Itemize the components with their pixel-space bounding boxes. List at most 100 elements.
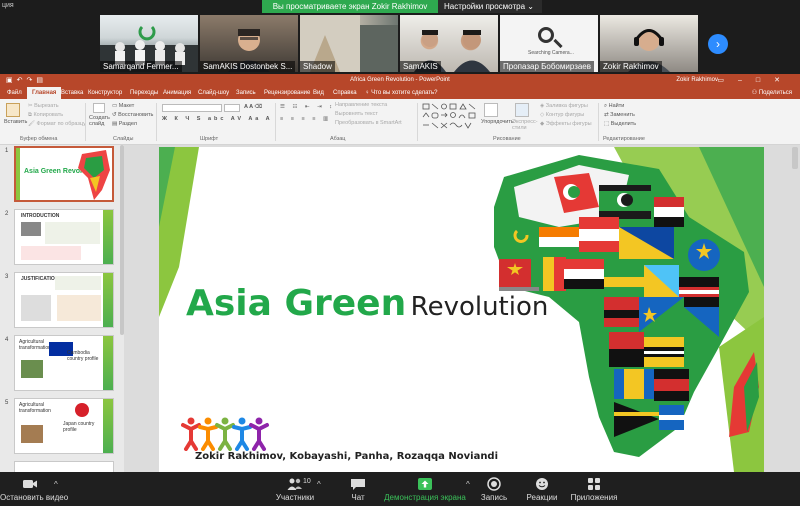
view-options-button[interactable]: Настройки просмотра ⌄: [438, 0, 542, 13]
text-direction-button[interactable]: Направление текста: [335, 102, 387, 108]
participant-tile[interactable]: Samarqand Fermer...: [100, 15, 198, 72]
view-options-label: Настройки просмотра: [444, 2, 526, 11]
person-icon: ⚇: [751, 90, 758, 96]
tab-insert[interactable]: Вставка: [61, 87, 83, 99]
share-options-caret[interactable]: ^: [466, 480, 470, 489]
record-label: Запись: [480, 493, 508, 502]
tab-animations[interactable]: Анимация: [163, 87, 191, 99]
tab-review[interactable]: Рецензирование: [264, 87, 310, 99]
tab-slideshow[interactable]: Слайд-шоу: [198, 87, 229, 99]
ribbon-divider: [275, 103, 276, 141]
participant-name: Zokir Rakhimov: [600, 61, 662, 72]
thumbnail-image: Agricultural transformation Japan countr…: [14, 398, 114, 454]
replace-button[interactable]: ⇄ Заменить: [604, 112, 635, 118]
shapes-gallery-icon[interactable]: [422, 103, 476, 131]
participants-label: Участники: [275, 493, 315, 502]
ribbon-divider: [417, 103, 418, 141]
participants-icon: [287, 478, 302, 490]
participant-tiles: Samarqand Fermer... SamAKIS Dostonbek S.…: [100, 15, 698, 72]
drawing-group-label: Рисование: [493, 136, 521, 142]
ribbon-divider: [85, 103, 86, 141]
apps-button[interactable]: Приложения: [566, 472, 622, 506]
share-screen-button[interactable]: Демонстрация экрана: [380, 472, 470, 506]
participant-tile[interactable]: Shadow: [300, 15, 398, 72]
paste-button[interactable]: Вставить: [4, 119, 27, 125]
reset-button[interactable]: ↺ Восстановить: [112, 112, 153, 118]
signed-in-user[interactable]: Zokir Rakhimov: [676, 74, 718, 87]
tab-view[interactable]: Вид: [313, 87, 324, 99]
thumbnail-subtitle: Japan country profile: [63, 421, 95, 433]
powerpoint-window: ▣↶↷▤ Africa Green Revolution - PowerPoin…: [0, 74, 800, 473]
list-buttons[interactable]: ☰ ☷ ⇤ ⇥ ↕: [280, 104, 335, 110]
new-slide-button[interactable]: Создать слайд: [89, 115, 113, 127]
participants-button[interactable]: Участники: [270, 472, 320, 506]
slide-scrollbar[interactable]: [792, 147, 798, 169]
tab-design[interactable]: Конструктор: [88, 87, 122, 99]
zoom-toolbar: Остановить видео ^ Участники 10 ^ Чат Де…: [0, 472, 800, 506]
tab-record[interactable]: Запись: [236, 87, 256, 99]
select-button[interactable]: ⬚ Выделить: [604, 121, 636, 127]
stop-video-button[interactable]: Остановить видео: [0, 472, 68, 506]
shape-fill-label: Заливка фигуры: [545, 103, 588, 109]
thumbnail-subtitle: Cambodia country profile: [67, 350, 99, 362]
participant-tile[interactable]: SamAKIS: [400, 15, 498, 72]
record-button[interactable]: Запись: [475, 472, 513, 506]
record-icon: [487, 477, 501, 491]
share-button[interactable]: ⚇ Поделиться: [752, 87, 792, 99]
slide-thumbnail[interactable]: 1 Asia Green Revolution: [0, 146, 118, 204]
shape-effects-button[interactable]: ◆ Эффекты фигуры: [540, 121, 592, 127]
layout-label: Макет: [118, 103, 135, 109]
tab-home[interactable]: Главная: [27, 87, 62, 99]
format-painter-button[interactable]: 🖌 Формат по образцу: [28, 121, 86, 127]
slide-thumbnail[interactable]: 4 Agricultural transformation Cambodia c…: [0, 335, 118, 393]
title-green-text: Asia Green: [186, 283, 407, 324]
quick-styles-button[interactable]: Экспресс-стили: [512, 119, 542, 131]
participant-name: Shadow: [300, 61, 335, 72]
chevron-down-icon: ⌄: [527, 2, 534, 11]
window-controls[interactable]: ▭–□✕: [717, 74, 794, 87]
shape-fill-button[interactable]: ◈ Заливка фигуры: [540, 103, 588, 109]
font-size-buttons[interactable]: A A ⌫: [244, 104, 262, 110]
slide-number: 3: [5, 274, 9, 280]
slide-number: 1: [5, 148, 9, 154]
cut-button[interactable]: ✂ Вырезать: [28, 103, 59, 109]
thumbnail-image: Agricultural transformation Cambodia cou…: [14, 335, 114, 391]
thumbnail-text-block: [21, 246, 81, 260]
tab-transitions[interactable]: Переходы: [130, 87, 158, 99]
copy-button[interactable]: ⧉ Копировать: [28, 112, 63, 119]
tell-me-label: Что вы хотите сделать?: [371, 90, 438, 96]
shape-outline-button[interactable]: ◇ Контур фигуры: [540, 112, 584, 118]
thumbnail-title: JUSTIFICATION: [21, 276, 59, 282]
next-page-button[interactable]: ›: [708, 34, 728, 54]
participant-tile[interactable]: Zokir Rakhimov: [600, 15, 698, 72]
tab-file[interactable]: Файл: [7, 87, 22, 99]
video-options-caret[interactable]: ^: [54, 480, 58, 489]
slide-title: Asia Green Revolution: [186, 283, 548, 324]
participants-options-caret[interactable]: ^: [317, 480, 321, 489]
find-button[interactable]: ⌕ Найти: [604, 103, 624, 110]
chat-button[interactable]: Чат: [340, 472, 376, 506]
font-size-dropdown[interactable]: [224, 104, 240, 112]
thumbnail-text-block: [45, 222, 100, 244]
font-name-dropdown[interactable]: [162, 104, 222, 112]
tell-me-search[interactable]: ♀ Что вы хотите сделать?: [365, 87, 438, 99]
share-banner: Вы просматриваете экран Zokir Rakhimov Н…: [262, 0, 542, 13]
tab-help[interactable]: Справка: [333, 87, 357, 99]
participant-tile[interactable]: SamAKIS Dostonbek S...: [200, 15, 298, 72]
font-style-buttons[interactable]: Ж К Ч S abc AV Aa A: [162, 116, 273, 122]
green-stripe: [103, 399, 113, 453]
convert-smartart-button[interactable]: Преобразовать в SmartArt: [335, 120, 402, 126]
replace-label: Заменить: [610, 112, 635, 118]
arrange-button[interactable]: Упорядочить: [481, 119, 514, 125]
layout-button[interactable]: ▭ Макет: [112, 103, 134, 109]
share-screen-label: Демонстрация экрана: [384, 493, 466, 502]
current-slide[interactable]: Asia Green Revolution Zokir Rakhimov, Ko…: [159, 147, 764, 472]
participant-tile[interactable]: Searching Camera... Пропазар Бобомирзаев: [500, 15, 598, 72]
section-button[interactable]: ▤ Раздел: [112, 121, 137, 127]
slide-thumbnail[interactable]: 5 Agricultural transformation Japan coun…: [0, 398, 118, 456]
align-buttons[interactable]: ≡ ≡ ≡ ≡ ▥: [280, 116, 331, 122]
slide-thumbnail[interactable]: 2 INTRODUCTION: [0, 209, 118, 267]
align-text-button[interactable]: Выровнять текст: [335, 111, 378, 117]
reactions-button[interactable]: Реакции: [522, 472, 562, 506]
slide-thumbnail[interactable]: 3 JUSTIFICATION: [0, 272, 118, 330]
